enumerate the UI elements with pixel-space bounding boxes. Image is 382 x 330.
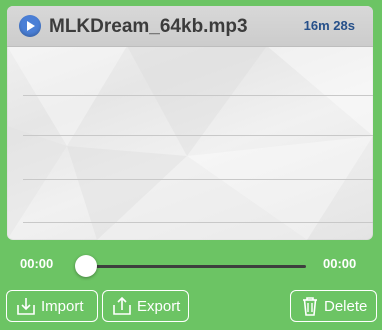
import-button[interactable]: Import xyxy=(6,290,98,322)
track-title: MLKDream_64kb.mp3 xyxy=(49,16,248,37)
seek-slider[interactable] xyxy=(86,265,306,268)
export-label: Export xyxy=(137,298,181,315)
recording-panel: MLKDream_64kb.mp3 16m 28s xyxy=(7,6,373,240)
track-header: MLKDream_64kb.mp3 16m 28s xyxy=(7,6,373,47)
import-label: Import xyxy=(41,298,84,315)
track-duration: 16m 28s xyxy=(303,18,355,33)
waveform-line xyxy=(23,95,373,96)
import-icon xyxy=(17,298,35,315)
end-time: 00:00 xyxy=(323,256,357,271)
delete-label: Delete xyxy=(324,298,368,315)
waveform-line xyxy=(23,179,373,180)
play-button[interactable] xyxy=(19,15,41,37)
play-icon xyxy=(27,21,35,31)
waveform-line xyxy=(23,222,373,223)
delete-button[interactable]: Delete xyxy=(290,290,377,322)
export-icon xyxy=(113,296,131,315)
export-button[interactable]: Export xyxy=(102,290,189,322)
waveform-line xyxy=(23,135,373,136)
trash-icon xyxy=(303,297,317,316)
current-time: 00:00 xyxy=(20,256,54,271)
seek-slider-thumb[interactable] xyxy=(75,255,97,277)
